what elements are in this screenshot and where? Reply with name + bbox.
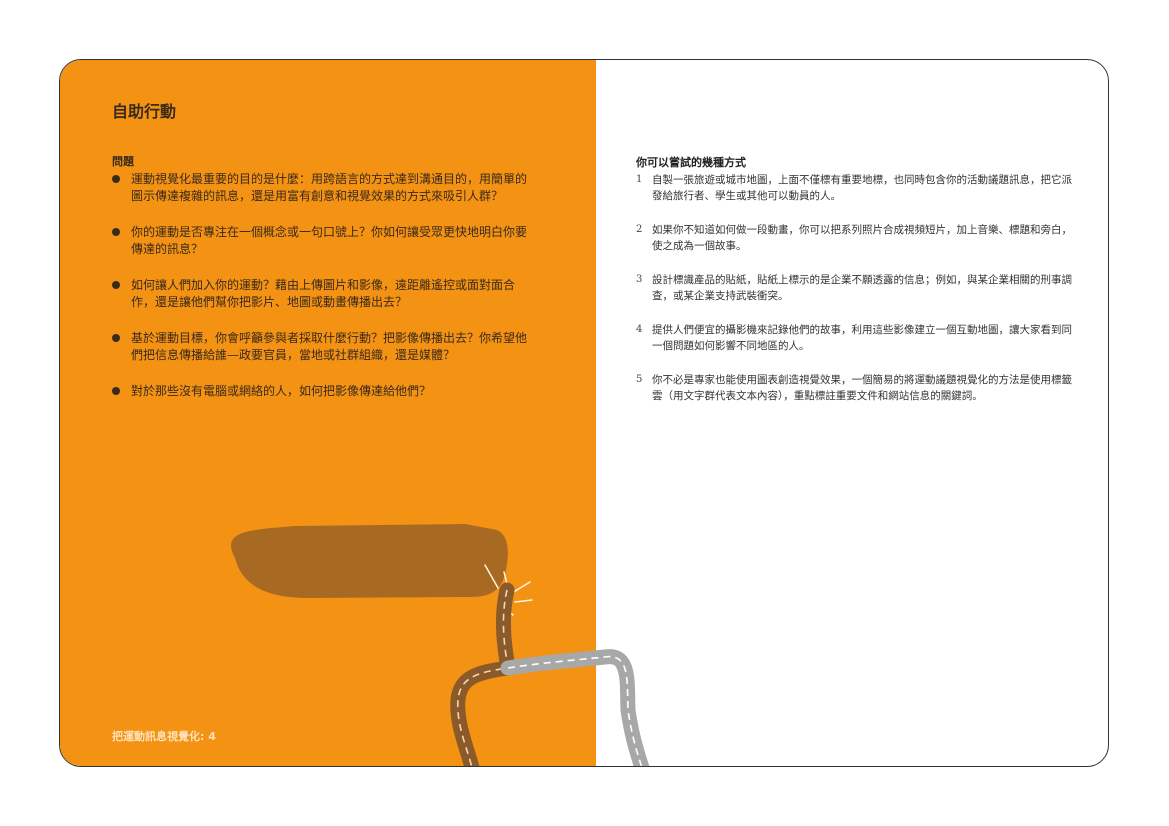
item-number: 2 bbox=[636, 224, 643, 235]
list-item: 基於運動目標，你會呼籲參與者採取什麼行動？把影像傳播出去？你希望他們把信息傳播給… bbox=[112, 330, 537, 364]
item-number: 3 bbox=[636, 274, 643, 285]
way-text: 自製一張旅遊或城市地圖，上面不僅標有重要地標，也同時包含你的活動議題訊息，把它派… bbox=[652, 174, 1072, 202]
list-item: 運動視覺化最重要的目的是什麼：用跨語言的方式達到溝通目的，用簡單的圖示傳達複雜的… bbox=[112, 171, 537, 205]
questions-list: 運動視覺化最重要的目的是什麼：用跨語言的方式達到溝通目的，用簡單的圖示傳達複雜的… bbox=[112, 171, 537, 419]
page-title: 自助行動 bbox=[112, 102, 177, 121]
item-number: 5 bbox=[636, 374, 643, 385]
item-number: 1 bbox=[636, 174, 643, 185]
list-item: 5 你不必是專家也能使用圖表創造視覺效果，一個簡易的將運動議題視覺化的方法是使用標… bbox=[636, 372, 1072, 404]
bullet-icon bbox=[112, 175, 120, 183]
bullet-icon bbox=[112, 334, 120, 342]
question-text: 運動視覺化最重要的目的是什麼：用跨語言的方式達到溝通目的，用簡單的圖示傳達複雜的… bbox=[131, 172, 528, 203]
question-text: 你的運動是否專注在一個概念或一句口號上？你如何讓受眾更快地明白你要傳達的訊息？ bbox=[131, 225, 528, 256]
list-item: 對於那些沒有電腦或網絡的人，如何把影像傳達給他們？ bbox=[112, 383, 537, 400]
question-text: 如何讓人們加入你的運動？藉由上傳圖片和影像，遠距離遙控或面對面合作，還是讓他們幫… bbox=[131, 278, 516, 309]
questions-heading: 問題 bbox=[112, 155, 134, 168]
ways-list: 1 自製一張旅遊或城市地圖，上面不僅標有重要地標，也同時包含你的活動議題訊息，把它… bbox=[636, 172, 1072, 422]
road-path-icon bbox=[450, 582, 650, 766]
list-item: 你的運動是否專注在一個概念或一句口號上？你如何讓受眾更快地明白你要傳達的訊息？ bbox=[112, 224, 537, 258]
pointing-finger-icon bbox=[231, 524, 508, 598]
question-text: 對於那些沒有電腦或網絡的人，如何把影像傳達給他們？ bbox=[131, 384, 432, 398]
list-item: 如何讓人們加入你的運動？藉由上傳圖片和影像，遠距離遙控或面對面合作，還是讓他們幫… bbox=[112, 277, 537, 311]
list-item: 1 自製一張旅遊或城市地圖，上面不僅標有重要地標，也同時包含你的活動議題訊息，把它… bbox=[636, 172, 1072, 204]
way-text: 你不必是專家也能使用圖表創造視覺效果，一個簡易的將運動議題視覺化的方法是使用標籤… bbox=[652, 374, 1072, 402]
way-text: 提供人們便宜的攝影機來記錄他們的故事，利用這些影像建立一個互動地圖，讓大家看到同… bbox=[652, 324, 1072, 352]
bullet-icon bbox=[112, 281, 120, 289]
item-number: 4 bbox=[636, 324, 643, 335]
document-page: 自助行動 問題 運動視覺化最重要的目的是什麼：用跨語言的方式達到溝通目的，用簡單… bbox=[59, 59, 1109, 767]
question-text: 基於運動目標，你會呼籲參與者採取什麼行動？把影像傳播出去？你希望他們把信息傳播給… bbox=[131, 331, 528, 362]
way-text: 如果你不知道如何做一段動畫，你可以把系列照片合成視頻短片，加上音樂、標題和旁白，… bbox=[652, 224, 1072, 252]
way-text: 設計標識產品的貼紙，貼紙上標示的是企業不願透露的信息；例如，與某企業相關的刑事調… bbox=[652, 274, 1072, 302]
bullet-icon bbox=[112, 228, 120, 236]
ways-heading: 你可以嘗試的幾種方式 bbox=[636, 156, 746, 169]
page-footer: 把運動訊息視覺化: 4 bbox=[112, 730, 216, 743]
list-item: 3 設計標識產品的貼紙，貼紙上標示的是企業不願透露的信息；例如，與某企業相關的刑事… bbox=[636, 272, 1072, 304]
list-item: 2 如果你不知道如何做一段動畫，你可以把系列照片合成視頻短片，加上音樂、標題和旁白… bbox=[636, 222, 1072, 254]
list-item: 4 提供人們便宜的攝影機來記錄他們的故事，利用這些影像建立一個互動地圖，讓大家看到… bbox=[636, 322, 1072, 354]
bullet-icon bbox=[112, 387, 120, 395]
